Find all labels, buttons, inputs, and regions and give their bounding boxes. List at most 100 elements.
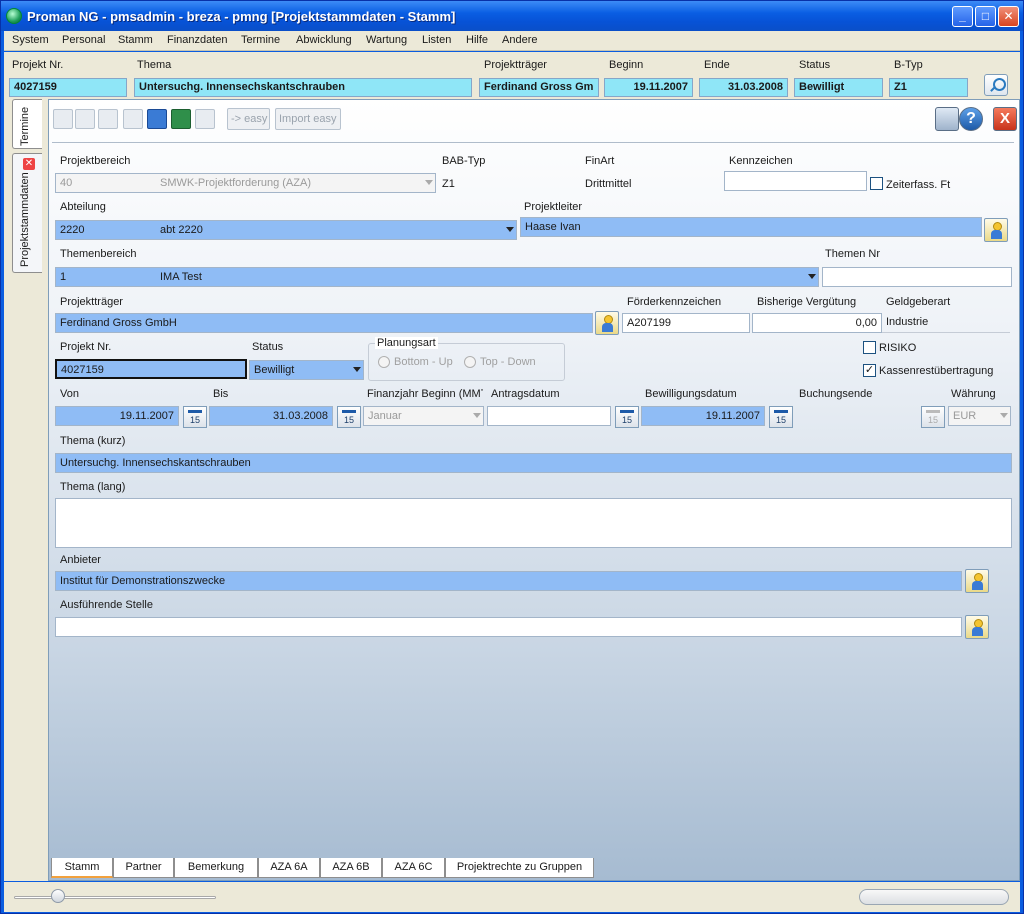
header-projekttraeger-label: Projektträger: [484, 59, 547, 71]
menu-termine[interactable]: Termine: [241, 34, 280, 46]
status-bar: [4, 882, 1020, 912]
calendar-bis-icon[interactable]: 15: [337, 406, 361, 428]
waehrung-select[interactable]: EUR: [948, 406, 1011, 426]
abteilung-code: 2220: [60, 224, 85, 236]
tab-projektstammdaten-label: Projektstammdaten: [19, 172, 31, 267]
abteilung-label: Abteilung: [60, 201, 106, 213]
menu-hilfe[interactable]: Hilfe: [466, 34, 488, 46]
projekt-nr-input[interactable]: 4027159: [55, 359, 247, 379]
themenbereich-select[interactable]: 1 IMA Test: [55, 267, 819, 287]
calendar-antrag-icon[interactable]: 15: [615, 406, 639, 428]
tab-stamm[interactable]: Stamm: [51, 858, 113, 878]
projekttraeger-field[interactable]: Ferdinand Gross GmbH: [55, 313, 593, 333]
geldgeberart-value: Industrie: [882, 313, 1010, 333]
ausfuehrende-field[interactable]: [55, 617, 962, 637]
zoom-slider[interactable]: [14, 896, 216, 899]
abteilung-select[interactable]: 2220 abt 2220: [55, 220, 517, 240]
chevron-down-icon: [1000, 413, 1008, 418]
import-easy-button[interactable]: Import easy: [275, 108, 341, 130]
bewilligungsdatum-input[interactable]: 19.11.2007: [641, 406, 765, 426]
print-button[interactable]: [935, 107, 959, 131]
bis-input[interactable]: 31.03.2008: [209, 406, 333, 426]
projektbereich-select[interactable]: 40 SMWK-Projektforderung (AZA): [55, 173, 436, 193]
thema-kurz-input[interactable]: Untersuchg. Innensechskantschrauben: [55, 453, 1012, 473]
tab-projektrechte[interactable]: Projektrechte zu Gruppen: [445, 858, 594, 878]
person-lookup-icon[interactable]: [965, 569, 989, 593]
help-button[interactable]: ?: [959, 107, 983, 131]
tab-aza-6b[interactable]: AZA 6B: [320, 858, 382, 878]
chevron-down-icon: [506, 227, 514, 232]
zoom-slider-thumb[interactable]: [51, 889, 65, 903]
easy-button[interactable]: -> easy: [227, 108, 270, 130]
new-icon[interactable]: [53, 109, 73, 129]
edit-icon[interactable]: [123, 109, 143, 129]
minimize-button[interactable]: _: [952, 6, 973, 27]
delete-icon[interactable]: [98, 109, 118, 129]
maximize-button[interactable]: □: [975, 6, 996, 27]
calendar-von-icon[interactable]: 15: [183, 406, 207, 428]
horizontal-scrollbar[interactable]: [859, 889, 1009, 905]
kennzeichen-input[interactable]: [724, 171, 867, 191]
von-label: Von: [60, 388, 79, 400]
top-down-radio[interactable]: [464, 356, 476, 368]
person-lookup-icon[interactable]: [984, 218, 1008, 242]
thema-lang-textarea[interactable]: [55, 498, 1012, 548]
anbieter-field[interactable]: Institut für Demonstrationszwecke: [55, 571, 962, 591]
tab-termine[interactable]: Termine: [12, 99, 42, 149]
search-button[interactable]: [984, 74, 1008, 96]
calendar-buchungsende-icon[interactable]: 15: [921, 406, 945, 428]
calendar-bewilligung-icon[interactable]: 15: [769, 406, 793, 428]
finanzjahr-select[interactable]: Januar: [363, 406, 484, 426]
person-lookup-icon[interactable]: [965, 615, 989, 639]
menu-stamm[interactable]: Stamm: [118, 34, 153, 46]
refresh-icon[interactable]: [195, 109, 215, 129]
header-thema: Untersuchg. Innensechskantschrauben: [134, 78, 472, 97]
header-projekt-nr-label: Projekt Nr.: [12, 59, 64, 71]
projektleiter-field[interactable]: Haase Ivan: [520, 217, 982, 237]
kassenrest-checkbox[interactable]: ✓: [863, 364, 876, 377]
risiko-label: RISIKO: [879, 342, 917, 354]
risiko-checkbox[interactable]: [863, 341, 876, 354]
status-label: Status: [252, 341, 284, 353]
verguetung-input[interactable]: 0,00: [752, 313, 882, 333]
menu-listen[interactable]: Listen: [422, 34, 451, 46]
tab-projektstammdaten[interactable]: ✕ Projektstammdaten: [12, 153, 42, 273]
antragsdatum-input[interactable]: [487, 406, 611, 426]
person-lookup-icon[interactable]: [595, 311, 619, 335]
menu-system[interactable]: System: [12, 34, 49, 46]
tab-aza-6c[interactable]: AZA 6C: [382, 858, 445, 878]
chevron-down-icon: [353, 367, 361, 372]
mail-icon[interactable]: [75, 109, 95, 129]
finanzjahr-value: Januar: [368, 410, 402, 422]
project-info-bar: Projekt Nr. Thema Projektträger Beginn E…: [4, 52, 1020, 99]
header-ende-label: Ende: [704, 59, 730, 71]
foerderkennzeichen-input[interactable]: A207199: [622, 313, 750, 333]
von-input[interactable]: 19.11.2007: [55, 406, 179, 426]
tab-aza-6a[interactable]: AZA 6A: [258, 858, 320, 878]
header-beginn: 19.11.2007: [604, 78, 693, 97]
antragsdatum-label: Antragsdatum: [491, 388, 560, 400]
close-window-button[interactable]: ✕: [998, 6, 1019, 27]
tab-bemerkung[interactable]: Bemerkung: [174, 858, 258, 878]
menu-wartung[interactable]: Wartung: [366, 34, 407, 46]
close-tab-icon[interactable]: ✕: [23, 158, 35, 170]
header-thema-label: Thema: [137, 59, 172, 71]
themenbereich-label: Themenbereich: [60, 248, 137, 260]
menu-personal[interactable]: Personal: [62, 34, 105, 46]
zeiterfass-checkbox[interactable]: [870, 177, 883, 190]
close-form-button[interactable]: X: [993, 107, 1017, 131]
thema-kurz-label: Thema (kurz): [60, 435, 126, 447]
top-down-label: Top - Down: [480, 356, 536, 368]
menu-finanzdaten[interactable]: Finanzdaten: [167, 34, 228, 46]
buchungsende-label: Buchungsende: [799, 388, 873, 400]
status-select[interactable]: Bewilligt: [249, 360, 364, 380]
title-bar[interactable]: Proman NG - pmsadmin - breza - pmng [Pro…: [1, 1, 1023, 31]
save-icon[interactable]: [147, 109, 167, 129]
themen-nr-input[interactable]: [822, 267, 1012, 287]
tab-partner[interactable]: Partner: [113, 858, 174, 878]
header-btyp-label: B-Typ: [894, 59, 923, 71]
save-close-icon[interactable]: [171, 109, 191, 129]
menu-andere[interactable]: Andere: [502, 34, 537, 46]
bottom-up-radio[interactable]: [378, 356, 390, 368]
menu-abwicklung[interactable]: Abwicklung: [296, 34, 352, 46]
